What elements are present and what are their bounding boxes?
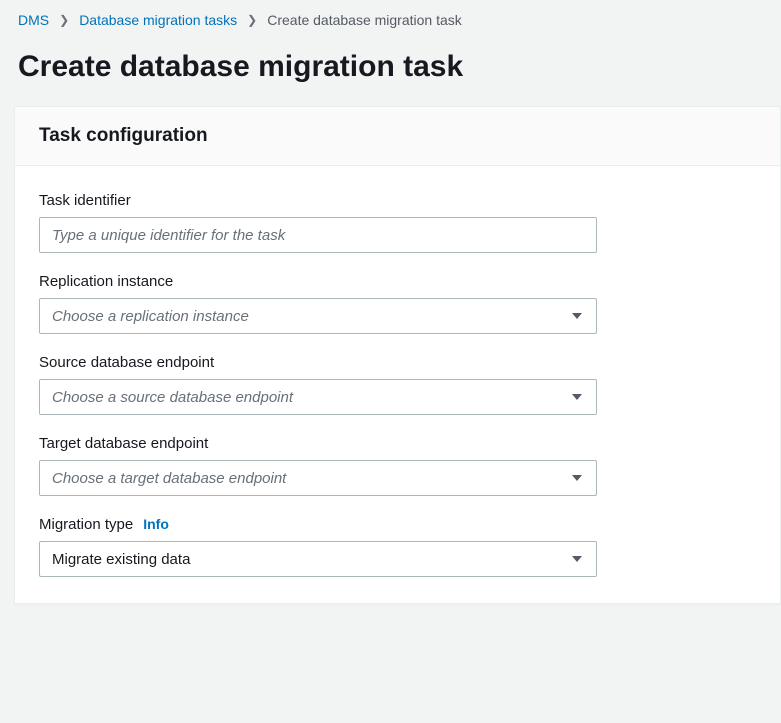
target-endpoint-label: Target database endpoint bbox=[39, 435, 756, 452]
chevron-down-icon bbox=[572, 475, 582, 481]
field-migration-type: Migration type Info Migrate existing dat… bbox=[39, 516, 756, 577]
migration-type-label: Migration type bbox=[39, 516, 133, 533]
chevron-down-icon bbox=[572, 556, 582, 562]
field-source-endpoint: Source database endpoint Choose a source… bbox=[39, 354, 756, 415]
panel-title: Task configuration bbox=[15, 107, 780, 166]
migration-type-select[interactable]: Migrate existing data bbox=[39, 541, 597, 577]
replication-instance-placeholder: Choose a replication instance bbox=[52, 308, 249, 325]
chevron-right-icon: ❯ bbox=[247, 13, 257, 27]
page-title: Create database migration task bbox=[0, 32, 781, 106]
source-endpoint-label: Source database endpoint bbox=[39, 354, 756, 371]
migration-type-info-link[interactable]: Info bbox=[143, 516, 169, 532]
task-configuration-panel: Task configuration Task identifier Repli… bbox=[14, 106, 781, 604]
task-identifier-input[interactable] bbox=[39, 217, 597, 253]
chevron-right-icon: ❯ bbox=[59, 13, 69, 27]
breadcrumb-link-tasks[interactable]: Database migration tasks bbox=[79, 12, 237, 28]
source-endpoint-select[interactable]: Choose a source database endpoint bbox=[39, 379, 597, 415]
migration-type-value: Migrate existing data bbox=[52, 551, 190, 568]
replication-instance-label: Replication instance bbox=[39, 273, 756, 290]
target-endpoint-select[interactable]: Choose a target database endpoint bbox=[39, 460, 597, 496]
chevron-down-icon bbox=[572, 313, 582, 319]
field-replication-instance: Replication instance Choose a replicatio… bbox=[39, 273, 756, 334]
breadcrumb: DMS ❯ Database migration tasks ❯ Create … bbox=[0, 0, 781, 32]
task-identifier-label: Task identifier bbox=[39, 192, 756, 209]
target-endpoint-placeholder: Choose a target database endpoint bbox=[52, 470, 286, 487]
field-target-endpoint: Target database endpoint Choose a target… bbox=[39, 435, 756, 496]
field-task-identifier: Task identifier bbox=[39, 192, 756, 253]
breadcrumb-current: Create database migration task bbox=[267, 12, 462, 28]
breadcrumb-link-dms[interactable]: DMS bbox=[18, 12, 49, 28]
source-endpoint-placeholder: Choose a source database endpoint bbox=[52, 389, 293, 406]
panel-body: Task identifier Replication instance Cho… bbox=[15, 166, 780, 603]
replication-instance-select[interactable]: Choose a replication instance bbox=[39, 298, 597, 334]
chevron-down-icon bbox=[572, 394, 582, 400]
